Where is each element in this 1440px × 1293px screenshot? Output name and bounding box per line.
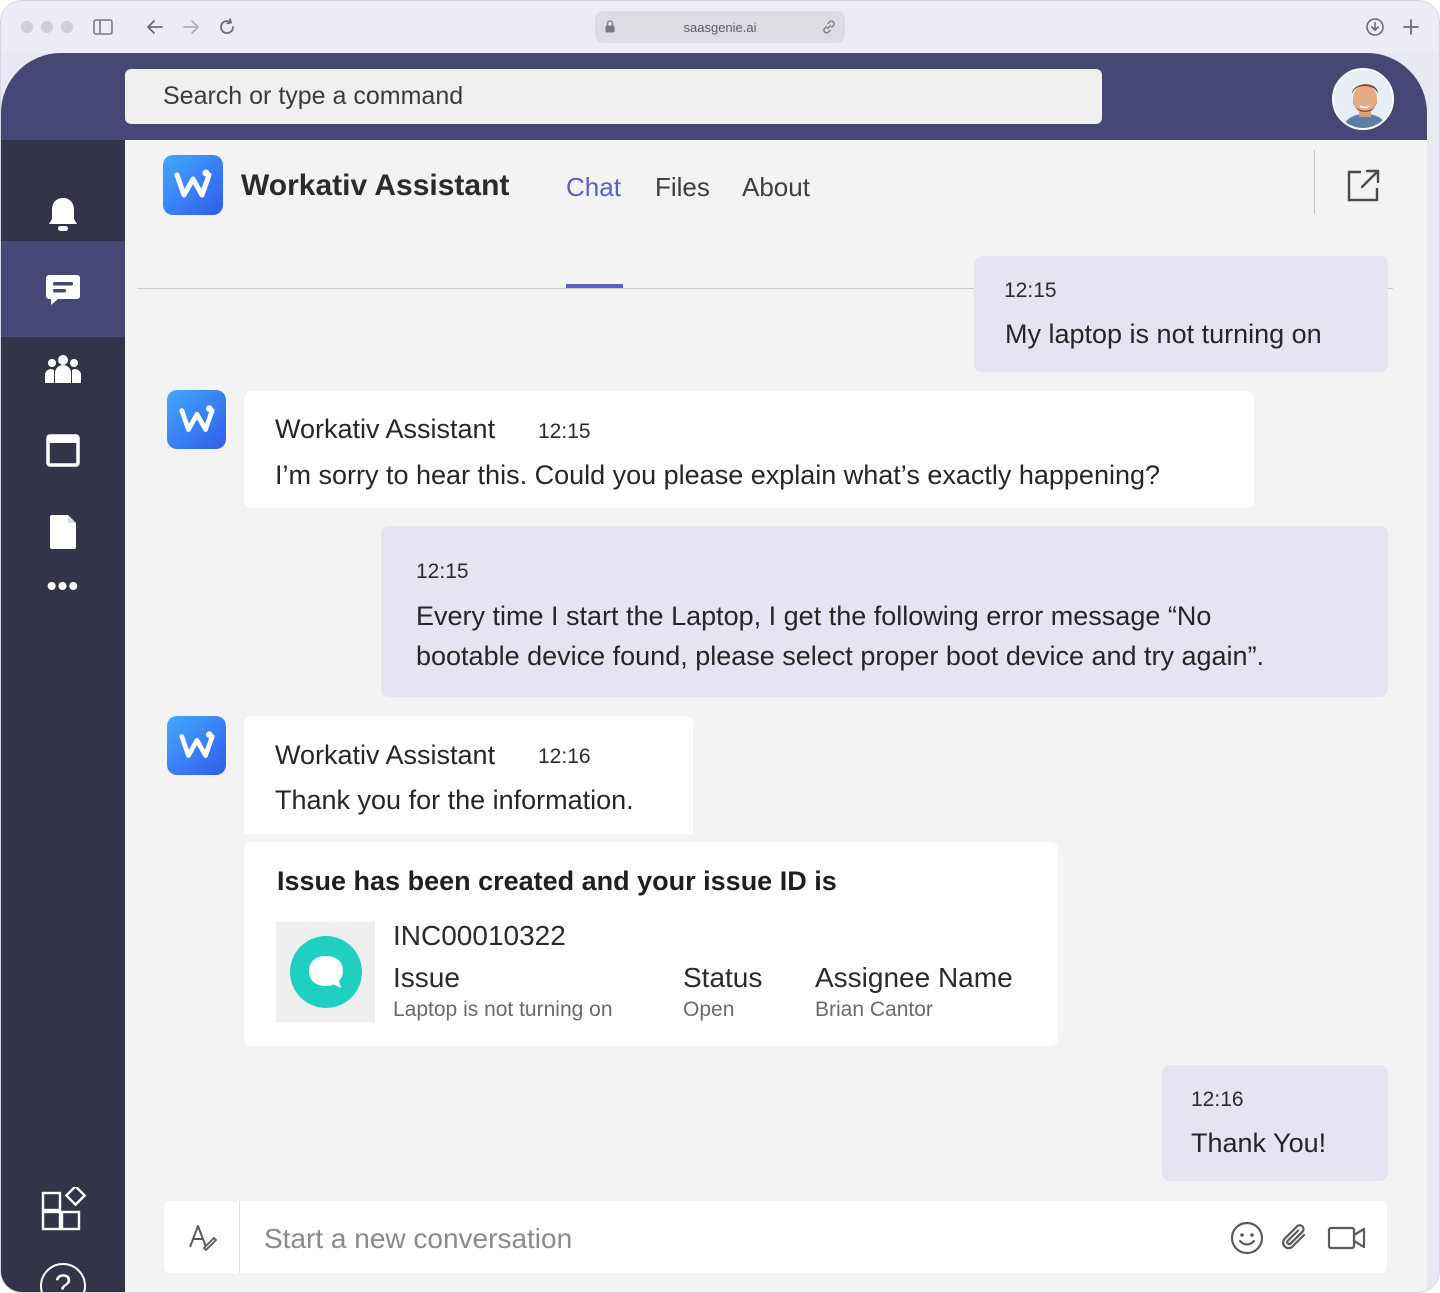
message-time: 12:15 (1004, 279, 1057, 302)
outgoing-message: 12:16 Thank You! (1162, 1065, 1388, 1181)
message-time: 12:16 (1191, 1088, 1244, 1111)
status-field-label: Status (683, 962, 763, 993)
workativ-logo-icon (163, 155, 223, 215)
incoming-message: Workativ Assistant 12:15 I’m sorry to he… (244, 391, 1254, 508)
message-sender: Workativ Assistant (275, 740, 496, 770)
reload-icon[interactable] (215, 15, 239, 39)
tab-about[interactable]: About (742, 172, 810, 203)
message-input[interactable]: Start a new conversation (264, 1223, 572, 1255)
rail-help[interactable]: ? (1, 1246, 125, 1293)
new-tab-plus-icon[interactable] (1399, 15, 1423, 39)
message-text-line: Every time I start the Laptop, I get the… (416, 601, 1212, 631)
chat-pane: Workativ Assistant Chat Files About 12:1… (125, 140, 1427, 1292)
browser-toolbar: saasgenie.ai (1, 1, 1439, 53)
format-button[interactable] (164, 1201, 240, 1273)
more-icon: ••• (46, 570, 80, 601)
status-field-value: Open (683, 998, 735, 1021)
sidebar-toggle-icon[interactable] (91, 15, 115, 39)
message-text: Thank You! (1191, 1128, 1327, 1158)
bell-icon (49, 198, 77, 231)
issue-icon-box (276, 922, 375, 1022)
bot-avatar-icon (167, 390, 226, 449)
search-input[interactable]: Search or type a command (125, 69, 1102, 124)
calendar-icon (46, 434, 80, 467)
issue-id: INC00010322 (393, 920, 566, 951)
message-time: 12:15 (416, 560, 469, 583)
attach-icon[interactable] (1277, 1220, 1313, 1256)
message-time: 12:15 (538, 420, 591, 443)
incoming-message: Workativ Assistant 12:16 Thank you for t… (244, 716, 693, 834)
tab-chat[interactable]: Chat (566, 172, 621, 203)
page-title: Workativ Assistant (241, 169, 510, 202)
popout-icon[interactable] (1345, 168, 1381, 204)
rail-teams[interactable] (1, 329, 125, 409)
issue-field-value: Laptop is not turning on (393, 998, 613, 1021)
chat-icon (46, 275, 80, 305)
format-text-icon (188, 1225, 217, 1252)
outgoing-message: 12:15 My laptop is not turning on (974, 256, 1388, 372)
assignee-field-label: Assignee Name (815, 962, 1013, 993)
issue-card-title: Issue has been created and your issue ID… (277, 866, 837, 896)
issue-field-label: Issue (393, 962, 460, 993)
message-text: Thank you for the information. (275, 785, 634, 815)
back-arrow-icon[interactable] (143, 15, 167, 39)
tab-files[interactable]: Files (655, 172, 710, 203)
outgoing-message: 12:15 Every time I start the Laptop, I g… (381, 526, 1388, 697)
address-url: saasgenie.ai (683, 19, 757, 35)
message-text-line: bootable device found, please select pro… (416, 641, 1265, 671)
maximize-window-button[interactable] (61, 21, 73, 33)
rail-more[interactable]: ••• (1, 546, 125, 626)
message-sender: Workativ Assistant (275, 414, 496, 444)
close-window-button[interactable] (21, 21, 33, 33)
assignee-field-value: Brian Cantor (815, 998, 933, 1021)
app-rail: ••• ? (1, 140, 125, 1293)
link-icon[interactable] (821, 19, 837, 35)
message-text: My laptop is not turning on (1005, 319, 1322, 349)
avatar[interactable] (1332, 68, 1394, 130)
bot-avatar-icon (167, 716, 226, 775)
downloads-icon[interactable] (1363, 15, 1387, 39)
rail-apps[interactable] (1, 1170, 125, 1250)
teams-app: Search or type a command ••• ? Workativ … (1, 53, 1427, 1293)
teams-icon (45, 355, 81, 383)
rail-calendar[interactable] (1, 410, 125, 490)
help-icon: ? (40, 1263, 86, 1293)
rail-chat[interactable] (1, 241, 125, 337)
compose-box[interactable]: Start a new conversation (164, 1201, 1387, 1273)
minimize-window-button[interactable] (41, 21, 53, 33)
lock-icon (605, 20, 615, 33)
app-topbar: Search or type a command (1, 53, 1427, 140)
address-bar[interactable]: saasgenie.ai (595, 11, 845, 43)
issue-card: Issue has been created and your issue ID… (244, 842, 1058, 1046)
message-text: I’m sorry to hear this. Could you please… (275, 460, 1161, 490)
browser-window: saasgenie.ai Search or type a command ••… (0, 0, 1440, 1293)
header-separator (1314, 150, 1315, 214)
message-time: 12:16 (538, 745, 591, 768)
forward-arrow-icon[interactable] (179, 15, 203, 39)
emoji-icon[interactable] (1229, 1220, 1265, 1256)
chat-bubble-icon (289, 936, 362, 1008)
apps-icon (41, 1187, 87, 1231)
video-icon[interactable] (1327, 1220, 1367, 1256)
help-icon-glyph: ? (54, 1269, 72, 1293)
